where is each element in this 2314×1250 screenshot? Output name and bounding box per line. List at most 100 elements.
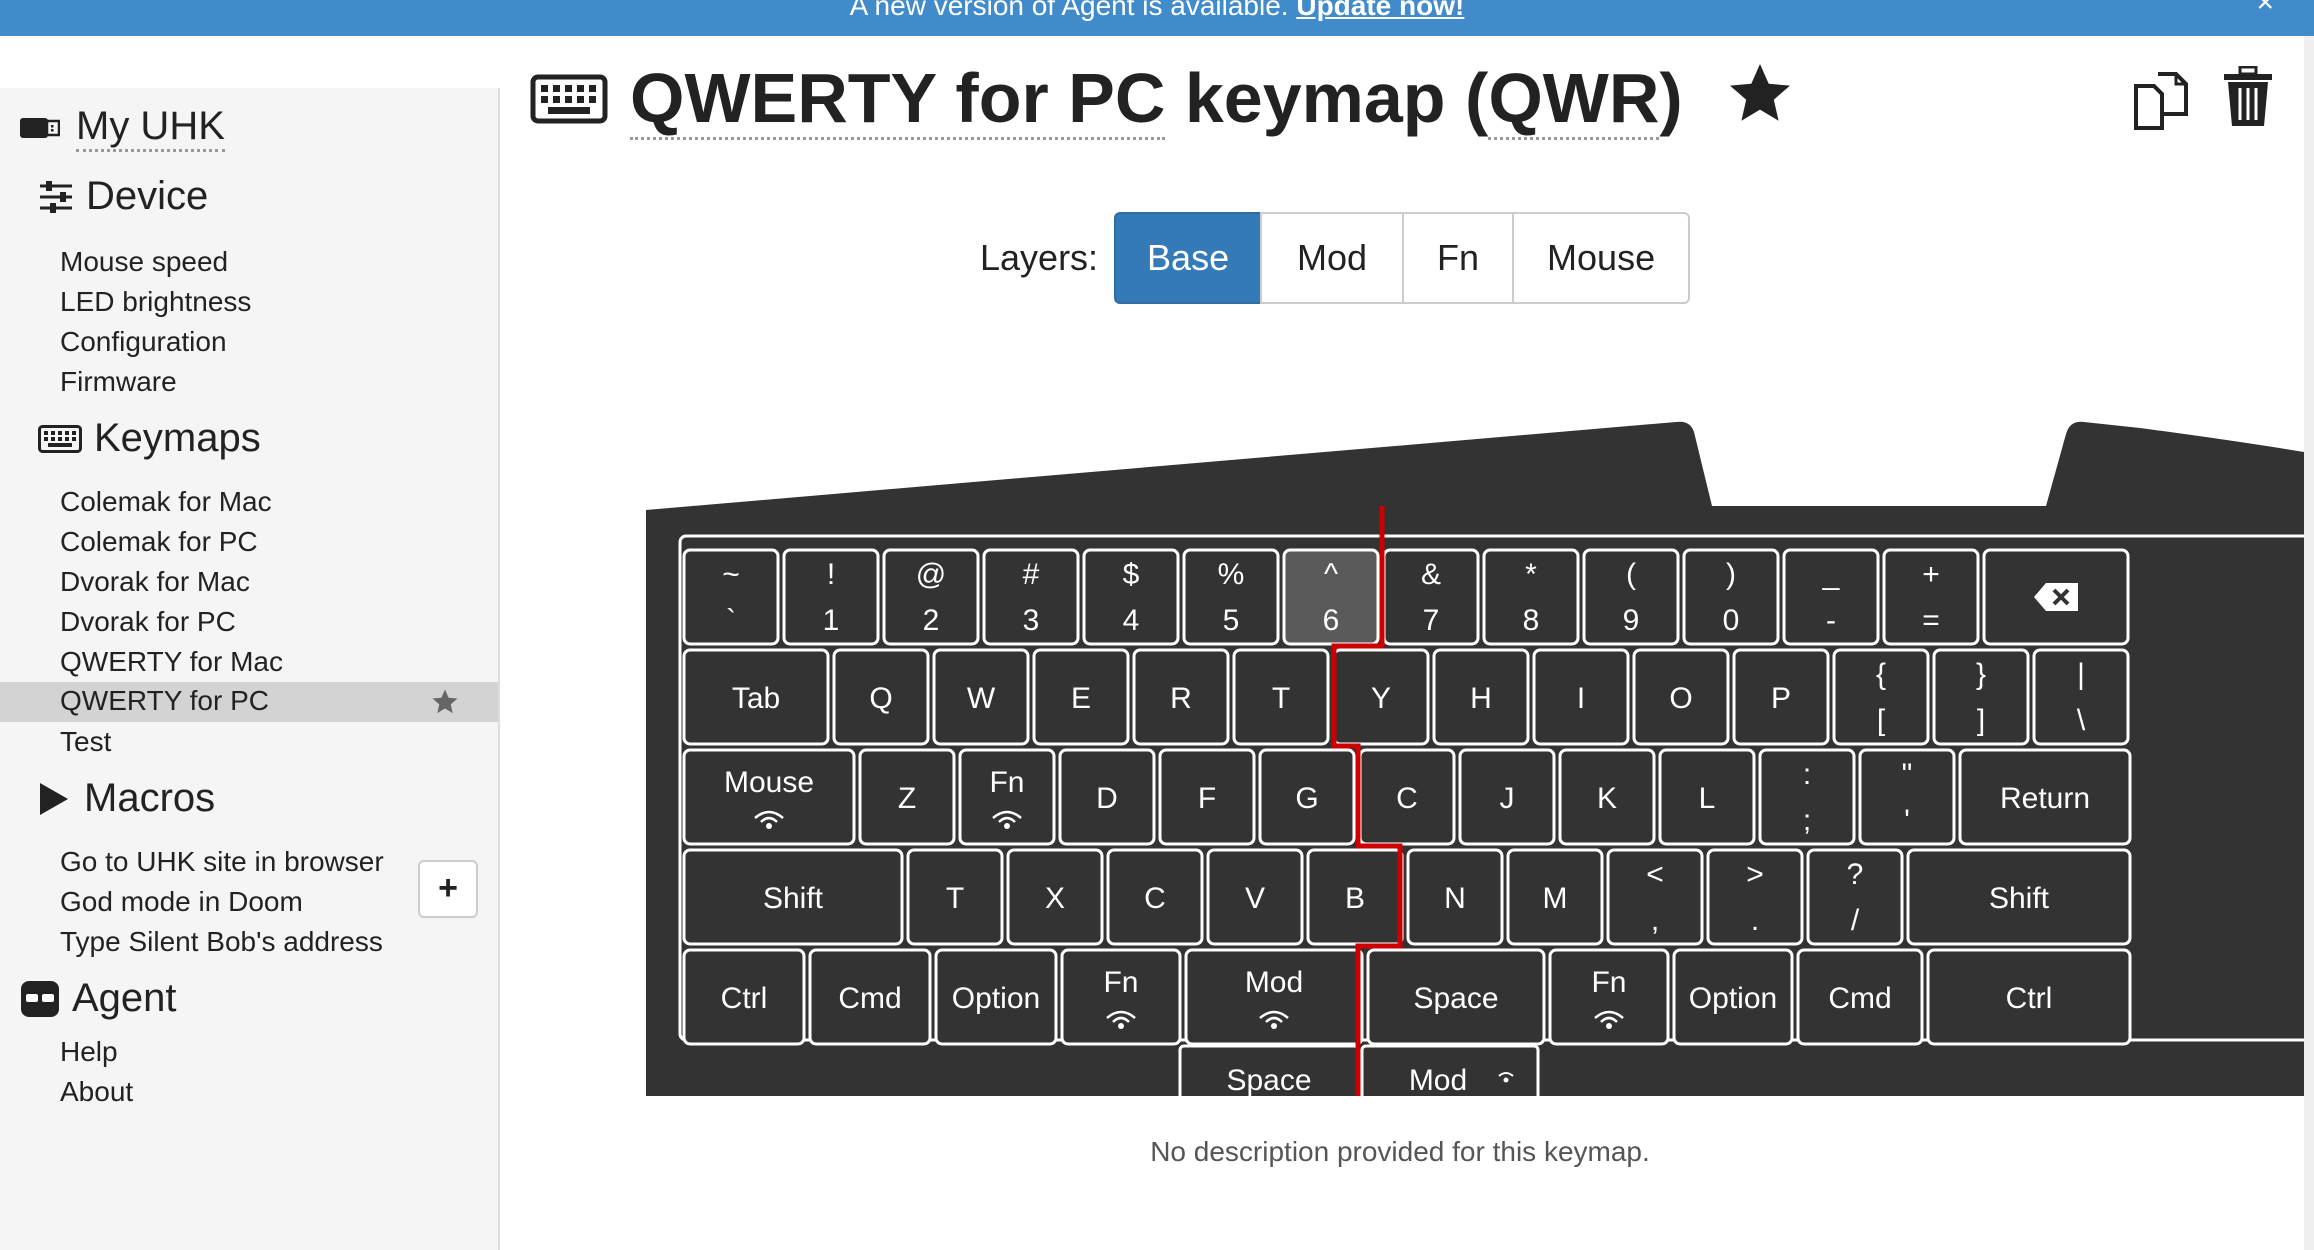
key[interactable]: H xyxy=(1432,648,1530,746)
key[interactable]: Shift xyxy=(682,848,904,946)
key[interactable]: T xyxy=(1232,648,1330,746)
key[interactable]: F xyxy=(1158,748,1256,846)
key-label: Fn xyxy=(1103,966,1138,999)
key[interactable]: O xyxy=(1632,648,1730,746)
key[interactable]: D xyxy=(1058,748,1156,846)
key[interactable]: Return xyxy=(1958,748,2132,846)
key[interactable]: :; xyxy=(1758,748,1856,846)
key[interactable]: {[ xyxy=(1832,648,1930,746)
sidebar-item-dvorak-pc[interactable]: Dvorak for PC xyxy=(60,606,236,638)
key-label: D xyxy=(1096,782,1118,815)
key[interactable]: K xyxy=(1558,748,1656,846)
key[interactable]: #3 xyxy=(982,548,1080,646)
key[interactable]: Option xyxy=(934,948,1058,1046)
key[interactable]: Cmd xyxy=(808,948,932,1046)
key[interactable]: ^6 xyxy=(1282,548,1380,646)
add-macro-button[interactable]: + xyxy=(418,860,478,918)
key[interactable]: E xyxy=(1032,648,1130,746)
key-label: 1 xyxy=(823,604,840,637)
key[interactable]: I xyxy=(1532,648,1630,746)
key[interactable]: T xyxy=(906,848,1004,946)
key[interactable]: C xyxy=(1358,748,1456,846)
sidebar-item-colemak-pc[interactable]: Colemak for PC xyxy=(60,526,258,558)
key[interactable]: R xyxy=(1132,648,1230,746)
key[interactable]: Space xyxy=(1366,948,1546,1046)
key-label: , xyxy=(1651,904,1659,937)
agent-title: Agent xyxy=(72,976,177,1020)
key[interactable]: (9 xyxy=(1582,548,1680,646)
sidebar-item-macro-god-mode[interactable]: God mode in Doom xyxy=(60,886,303,918)
key-shift-label: > xyxy=(1746,858,1764,891)
key[interactable]: Ctrl xyxy=(1926,948,2132,1046)
key[interactable]: Cmd xyxy=(1796,948,1924,1046)
key[interactable]: "' xyxy=(1858,748,1956,846)
thumb-key[interactable]: Mod xyxy=(1360,1044,1540,1096)
key[interactable]: C xyxy=(1106,848,1204,946)
key[interactable]: N xyxy=(1406,848,1504,946)
key[interactable]: L xyxy=(1658,748,1756,846)
my-uhk-link[interactable]: My UHK xyxy=(20,104,225,152)
star-icon[interactable] xyxy=(430,687,460,717)
update-link[interactable]: Update now! xyxy=(1296,0,1464,21)
key[interactable]: Y xyxy=(1332,648,1430,746)
key[interactable]: Option xyxy=(1672,948,1794,1046)
sidebar-item-qwerty-mac[interactable]: QWERTY for Mac xyxy=(60,646,283,678)
macros-section[interactable]: Macros xyxy=(38,776,215,821)
main-panel: QWERTY for PC keymap (QWR) Layers: Base … xyxy=(500,36,2314,1250)
key[interactable]: }] xyxy=(1932,648,2030,746)
key[interactable]: @2 xyxy=(882,548,980,646)
sidebar-item-help[interactable]: Help xyxy=(60,1036,118,1068)
key[interactable]: Shift xyxy=(1906,848,2132,946)
key[interactable]: W xyxy=(932,648,1030,746)
key[interactable]: P xyxy=(1732,648,1830,746)
key[interactable]: Fn xyxy=(1060,948,1182,1046)
key[interactable]: J xyxy=(1458,748,1556,846)
close-banner-button[interactable]: × xyxy=(2256,0,2274,20)
sidebar-item-macro-uhk-site[interactable]: Go to UHK site in browser xyxy=(60,846,384,878)
key[interactable]: B xyxy=(1306,848,1404,946)
key[interactable]: Tab xyxy=(682,648,830,746)
key[interactable]: *8 xyxy=(1482,548,1580,646)
key[interactable]: <, xyxy=(1606,848,1704,946)
key[interactable]: M xyxy=(1506,848,1604,946)
key[interactable]: ?/ xyxy=(1806,848,1904,946)
key[interactable]: G xyxy=(1258,748,1356,846)
my-uhk-label: My UHK xyxy=(76,104,225,152)
thumb-key[interactable]: Space xyxy=(1178,1044,1360,1096)
key[interactable] xyxy=(1982,548,2130,646)
key[interactable]: Fn xyxy=(1548,948,1670,1046)
key[interactable]: += xyxy=(1882,548,1980,646)
key[interactable]: !1 xyxy=(782,548,880,646)
key[interactable]: Fn xyxy=(958,748,1056,846)
key-shift-label: : xyxy=(1803,758,1811,791)
key[interactable]: Z xyxy=(858,748,956,846)
device-title: Device xyxy=(86,174,209,218)
key-label: C xyxy=(1396,782,1418,815)
key[interactable]: |\ xyxy=(2032,648,2130,746)
key[interactable]: )0 xyxy=(1682,548,1780,646)
key[interactable]: Ctrl xyxy=(682,948,806,1046)
sidebar-item-qwerty-pc[interactable]: QWERTY for PC xyxy=(0,682,498,722)
key[interactable]: %5 xyxy=(1182,548,1280,646)
key[interactable]: Mod xyxy=(1184,948,1364,1046)
sidebar-item-about[interactable]: About xyxy=(60,1076,133,1108)
key[interactable]: ~` xyxy=(682,548,780,646)
key[interactable]: _- xyxy=(1782,548,1880,646)
key[interactable]: Mouse xyxy=(682,748,856,846)
key[interactable]: >. xyxy=(1706,848,1804,946)
key[interactable]: V xyxy=(1206,848,1304,946)
sidebar-item-dvorak-mac[interactable]: Dvorak for Mac xyxy=(60,566,250,598)
key[interactable]: $4 xyxy=(1082,548,1180,646)
sidebar-item-configuration[interactable]: Configuration xyxy=(60,326,227,358)
sidebar-item-colemak-mac[interactable]: Colemak for Mac xyxy=(60,486,272,518)
sidebar-item-led-brightness[interactable]: LED brightness xyxy=(60,286,251,318)
sidebar-item-firmware[interactable]: Firmware xyxy=(60,366,177,398)
key[interactable]: &7 xyxy=(1382,548,1480,646)
sidebar-item-macro-silent-bob[interactable]: Type Silent Bob's address xyxy=(60,926,383,958)
key[interactable]: Q xyxy=(832,648,930,746)
scrollbar[interactable] xyxy=(2304,36,2314,1250)
device-section: Device xyxy=(38,174,208,219)
sidebar-item-test[interactable]: Test xyxy=(60,726,111,758)
key[interactable]: X xyxy=(1006,848,1104,946)
sidebar-item-mouse-speed[interactable]: Mouse speed xyxy=(60,246,228,278)
